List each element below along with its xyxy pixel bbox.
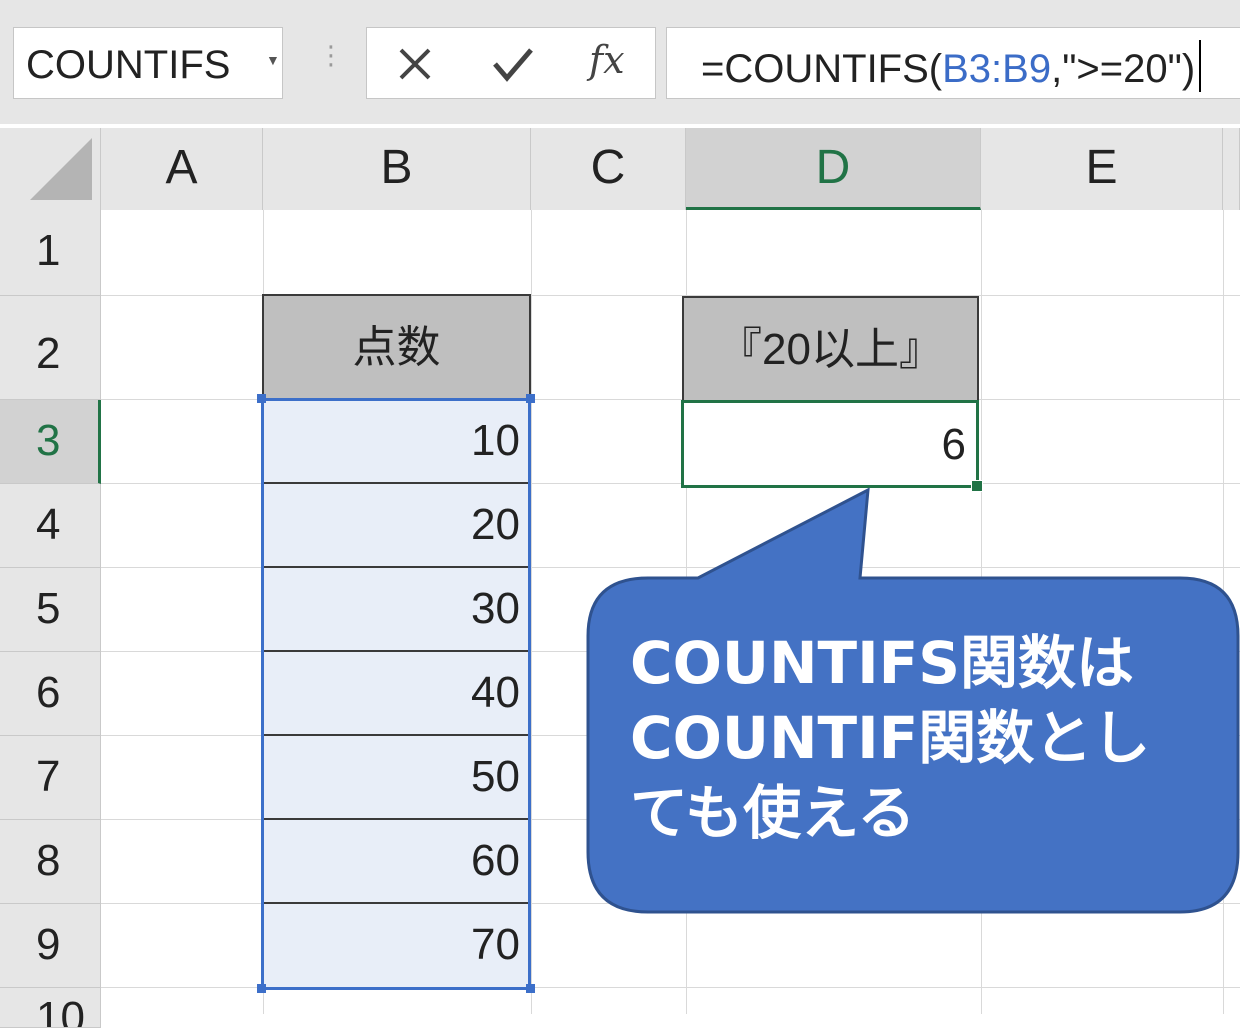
select-all-triangle-icon [30,138,92,200]
row-header-6[interactable]: 6 [0,652,101,736]
cell-b6[interactable]: 40 [262,652,530,736]
row-header-3[interactable]: 3 [0,400,101,484]
row-header-10[interactable]: 10 [0,988,101,1028]
row-header-8[interactable]: 8 [0,820,101,904]
column-header-b[interactable]: B [263,128,531,210]
formula-suffix: ,">=20") [1051,47,1196,91]
selection-handle[interactable] [526,984,535,993]
row-header-9[interactable]: 9 [0,904,101,988]
callout-text: COUNTIFS関数は COUNTIF関数とし ても使える [630,626,1230,851]
cell-b9[interactable]: 70 [262,904,530,988]
formula-text: =COUNTIFS(B3:B9,">=20") [701,40,1202,92]
column-header-c[interactable]: C [531,128,686,210]
formula-range-ref: B3:B9 [942,47,1052,91]
column-header-f[interactable] [1223,128,1240,210]
cell-b7[interactable]: 50 [262,736,530,820]
select-all-corner[interactable] [0,128,101,210]
cell-b5[interactable]: 30 [262,568,530,652]
selection-handle[interactable] [257,984,266,993]
cell-b8[interactable]: 60 [262,820,530,904]
insert-function-icon[interactable]: fx [589,38,625,82]
callout-line: COUNTIF関数とし [630,704,1151,772]
cell-d2-header[interactable]: 『20以上』 [682,296,979,402]
column-header-a[interactable]: A [101,128,263,210]
formula-bar-area: COUNTIFS ▼ ⋮ fx =COUNTIFS(B3:B9,">=20") [0,0,1240,124]
selection-handle[interactable] [526,394,535,403]
name-box-value: COUNTIFS [26,43,231,87]
gridline [531,210,532,1014]
callout-line: ても使える [630,779,916,847]
cell-b3[interactable]: 10 [262,400,530,484]
column-header-d[interactable]: D [686,128,981,210]
drag-grip-icon[interactable]: ⋮ [318,42,344,68]
row-header-5[interactable]: 5 [0,568,101,652]
callout-line: COUNTIFS関数は [630,629,1135,697]
fill-handle[interactable] [971,480,983,492]
formula-prefix: =COUNTIFS( [701,47,943,91]
name-box[interactable]: COUNTIFS ▼ [13,27,283,99]
formula-input[interactable]: =COUNTIFS(B3:B9,">=20") [666,27,1240,99]
row-header-1[interactable]: 1 [0,210,101,296]
cell-b4[interactable]: 20 [262,484,530,568]
gridline [1223,210,1224,1014]
column-header-e[interactable]: E [981,128,1223,210]
checkmark-icon[interactable] [491,44,535,84]
chevron-down-icon[interactable]: ▼ [266,52,280,68]
row-header-7[interactable]: 7 [0,736,101,820]
cell-b2-header[interactable]: 点数 [262,294,531,400]
formula-buttons: fx [366,27,656,99]
gridline [981,210,982,1014]
selection-handle[interactable] [257,394,266,403]
cancel-icon[interactable] [395,44,435,84]
text-caret [1199,40,1202,92]
row-header-4[interactable]: 4 [0,484,101,568]
cell-d3-active[interactable]: 6 [681,400,979,488]
row-header-2[interactable]: 2 [0,296,101,400]
